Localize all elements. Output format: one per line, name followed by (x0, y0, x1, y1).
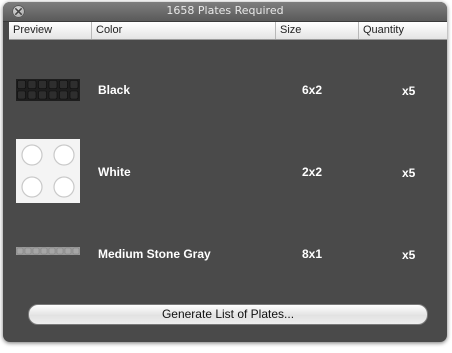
plate-preview-image (16, 79, 80, 101)
plate-quantity: x5 (402, 248, 416, 262)
table-row[interactable]: Medium Stone Gray 8x1 x5 (9, 217, 447, 287)
table-row[interactable]: White 2x2 x5 (9, 135, 447, 205)
plate-color-name: Black (98, 83, 131, 97)
plate-preview-image (16, 139, 80, 203)
table-row[interactable]: Black 6x2 x5 (9, 55, 447, 125)
plate-size: 2x2 (302, 165, 323, 179)
plate-color-name: Medium Stone Gray (98, 247, 211, 261)
plate-quantity: x5 (402, 166, 416, 180)
plate-size: 8x1 (302, 247, 323, 261)
plate-color-name: White (98, 165, 131, 179)
plate-quantity: x5 (402, 84, 416, 98)
column-header-color[interactable]: Color (92, 24, 276, 39)
window-title: 1658 Plates Required (166, 4, 284, 17)
column-header-quantity[interactable]: Quantity (359, 24, 443, 39)
plate-preview-image (16, 247, 80, 255)
column-header-size[interactable]: Size (276, 24, 360, 39)
plate-size: 6x2 (302, 83, 323, 97)
table-header: Preview Color Size Quantity (9, 22, 447, 40)
column-header-preview[interactable]: Preview (9, 24, 93, 39)
generate-list-button[interactable]: Generate List of Plates... (28, 304, 428, 325)
plates-window: 1658 Plates Required Preview Color Size … (3, 2, 447, 342)
title-bar: 1658 Plates Required (3, 2, 447, 22)
